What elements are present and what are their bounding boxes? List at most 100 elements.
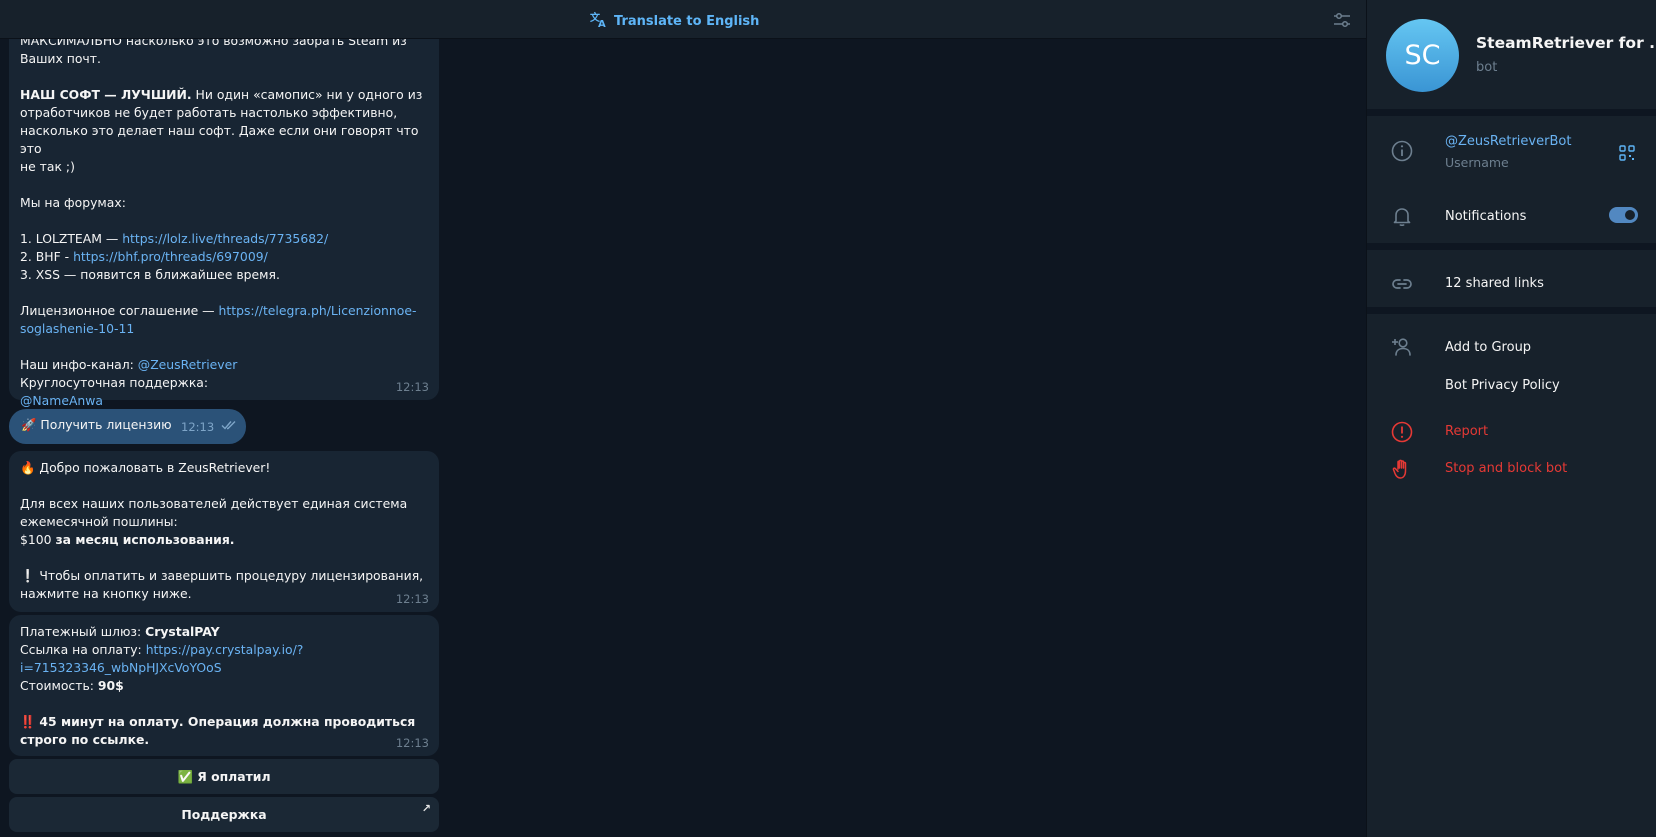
msg3-warn-2: строго по ссылке. [20, 732, 150, 747]
pay-link-2[interactable]: i=715323346_wbNpHJXcVoYOoS [20, 660, 222, 675]
translate-icon: 文A [590, 10, 608, 32]
message-bubble-info: МАКСИМАЛЬНО насколько это возможно забра… [9, 26, 439, 408]
divider [1367, 307, 1656, 314]
forum1-link[interactable]: https://lolz.live/threads/7735682/ [122, 231, 328, 246]
double-check-icon [221, 419, 237, 434]
bell-icon [1390, 204, 1414, 228]
msg2-line-3-wrap: ❕ Чтобы оплатить и завершить процедуру л… [20, 567, 429, 585]
msg2-welcome: Добро пожаловать в ZeusRetriever! [39, 460, 271, 475]
username-value[interactable]: @ZeusRetrieverBot [1445, 134, 1571, 149]
report-label: Report [1445, 424, 1489, 439]
add-to-group-label: Add to Group [1445, 340, 1532, 355]
support-link[interactable]: @NameAnwa [20, 393, 103, 408]
exclamation-icon: ❕ [20, 568, 36, 583]
privacy-policy-label: Bot Privacy Policy [1445, 378, 1560, 393]
notifications-toggle[interactable] [1609, 207, 1638, 223]
translate-settings-icon[interactable] [1332, 10, 1352, 30]
stop-block-label: Stop and block bot [1445, 461, 1568, 476]
paid-button[interactable]: ✅ Я оплатил [9, 759, 439, 794]
bot-name: SteamRetriever for ... [1476, 34, 1656, 52]
hand-stop-icon [1390, 457, 1414, 481]
msg1-forums-title: Мы на форумах: [20, 195, 126, 210]
message-time: 12:13 [181, 420, 215, 434]
support-button[interactable]: Поддержка ↗ [9, 797, 439, 832]
msg3-pay: Ссылка на оплату: https://pay.crystalpay… [20, 641, 429, 659]
msg2-line-3: Чтобы оплатить и завершить процедуру лиц… [39, 568, 424, 583]
external-link-icon: ↗ [421, 802, 431, 815]
translate-button[interactable]: 文A Translate to English [590, 10, 759, 32]
msg1-license: Лицензионное соглашение — https://telegr… [20, 302, 429, 320]
message-bubble-outgoing: 🚀 Получить лицензию 12:13 [9, 409, 246, 444]
translate-label: Translate to English [614, 13, 760, 29]
profile-panel: SC SteamRetriever for ... bot @ZeusRetri… [1366, 0, 1656, 837]
msg2-price: $100 [20, 532, 56, 547]
message-time: 12:13 [395, 592, 429, 606]
msg3-pay-cont: i=715323346_wbNpHJXcVoYOoS [20, 659, 429, 677]
info-icon [1390, 139, 1414, 163]
qr-code-icon[interactable] [1618, 144, 1636, 162]
msg2-welcome-line: 🔥 Добро пожаловать в ZeusRetriever! [20, 459, 429, 477]
msg3-warn-1: 45 минут на оплату. Операция должна пров… [39, 714, 416, 729]
message-time: 12:13 [395, 736, 429, 750]
chat-topbar: 文A Translate to English [0, 0, 1366, 39]
msg1-best-bold: НАШ СОФТ — ЛУЧШИЙ. [20, 87, 192, 102]
channel-text: Наш инфо-канал: [20, 357, 138, 372]
rocket-icon: 🚀 [21, 417, 37, 432]
message-bubble-welcome: 🔥 Добро пожаловать в ZeusRetriever! Для … [9, 451, 439, 612]
bot-subtitle: bot [1476, 60, 1498, 75]
shared-links-label: 12 shared links [1445, 276, 1544, 291]
channel-link[interactable]: @ZeusRetriever [138, 357, 238, 372]
msg1-best-line-2: отработчиков не будет работать настолько… [20, 105, 398, 120]
svg-text:A: A [598, 19, 606, 28]
msg3-gateway: Платежный шлюз: CrystalPAY [20, 623, 429, 641]
msg1-forum-2: 2. BHF - https://bhf.pro/threads/697009/ [20, 248, 429, 266]
msg1-forum-1: 1. LOLZTEAM — https://lolz.live/threads/… [20, 230, 429, 248]
license-link-1[interactable]: https://telegra.ph/Licenzionnoe- [219, 303, 417, 318]
link-icon [1390, 272, 1414, 296]
message-bubble-payment: Платежный шлюз: CrystalPAY Ссылка на опл… [9, 615, 439, 756]
pay-link-1[interactable]: https://pay.crystalpay.io/? [146, 642, 304, 657]
toggle-knob [1623, 208, 1637, 222]
msg1-forum-3: 3. XSS — появится в ближайшее время. [20, 267, 280, 282]
msg2-line-1: Для всех наших пользователей действует е… [20, 496, 408, 511]
fire-icon: 🔥 [20, 460, 36, 475]
forum1-text: 1. LOLZTEAM — [20, 231, 123, 246]
cost-value: 90$ [97, 678, 124, 693]
username-label: Username [1445, 155, 1509, 170]
report-icon [1390, 420, 1414, 444]
msg2-line-4: нажмите на кнопку ниже. [20, 586, 192, 601]
gateway-label: Платежный шлюз: [20, 624, 146, 639]
msg3-warn-line-1: ‼️ 45 минут на оплату. Операция должна п… [20, 713, 429, 731]
msg1-support: Круглосуточная поддержка: [20, 375, 209, 390]
divider [1367, 109, 1656, 116]
msg3-warn-line-2: строго по ссылке. [20, 731, 429, 749]
msg2-price-line: $100 за месяц использования. [20, 531, 429, 549]
outgoing-text: Получить лицензию [40, 417, 172, 432]
msg2-price-bold: за месяц использования. [55, 532, 235, 547]
msg1-best-rest-1: Ни один «самопис» ни у одного из [191, 87, 423, 102]
msg1-license-cont: soglashenie-10-11 [20, 320, 429, 338]
cost-label: Стоимость: [20, 678, 98, 693]
check-mark-icon: ✅ [177, 768, 193, 784]
msg2-line-2: ежемесячной пошлины: [20, 514, 178, 529]
double-exclamation-icon: ‼️ [20, 714, 36, 729]
license-link-2[interactable]: soglashenie-10-11 [20, 321, 134, 336]
msg1-line-2: Ваших почт. [20, 51, 101, 66]
msg1-channel: Наш инфо-канал: @ZeusRetriever [20, 356, 429, 374]
msg1-support-link-line: @NameAnwa [20, 392, 429, 410]
add-user-icon [1390, 335, 1414, 359]
pay-label: Ссылка на оплату: [20, 642, 146, 657]
msg1-best-line-3: насколько это делает наш софт. Даже если… [20, 123, 419, 156]
license-text: Лицензионное соглашение — [20, 303, 219, 318]
gateway-value: CrystalPAY [145, 624, 220, 639]
msg1-best-line-1: НАШ СОФТ — ЛУЧШИЙ. Ни один «самопис» ни … [20, 86, 429, 104]
forum2-text: 2. BHF - [20, 249, 74, 264]
msg1-best-line-4: не так ;) [20, 159, 75, 174]
paid-label: Я оплатил [197, 769, 271, 784]
chat-area: МАКСИМАЛЬНО насколько это возможно забра… [0, 0, 1366, 837]
notifications-label: Notifications [1445, 209, 1527, 224]
divider [1367, 243, 1656, 250]
avatar[interactable]: SC [1386, 19, 1459, 92]
forum2-link[interactable]: https://bhf.pro/threads/697009/ [73, 249, 268, 264]
support-label: Поддержка [181, 807, 267, 822]
